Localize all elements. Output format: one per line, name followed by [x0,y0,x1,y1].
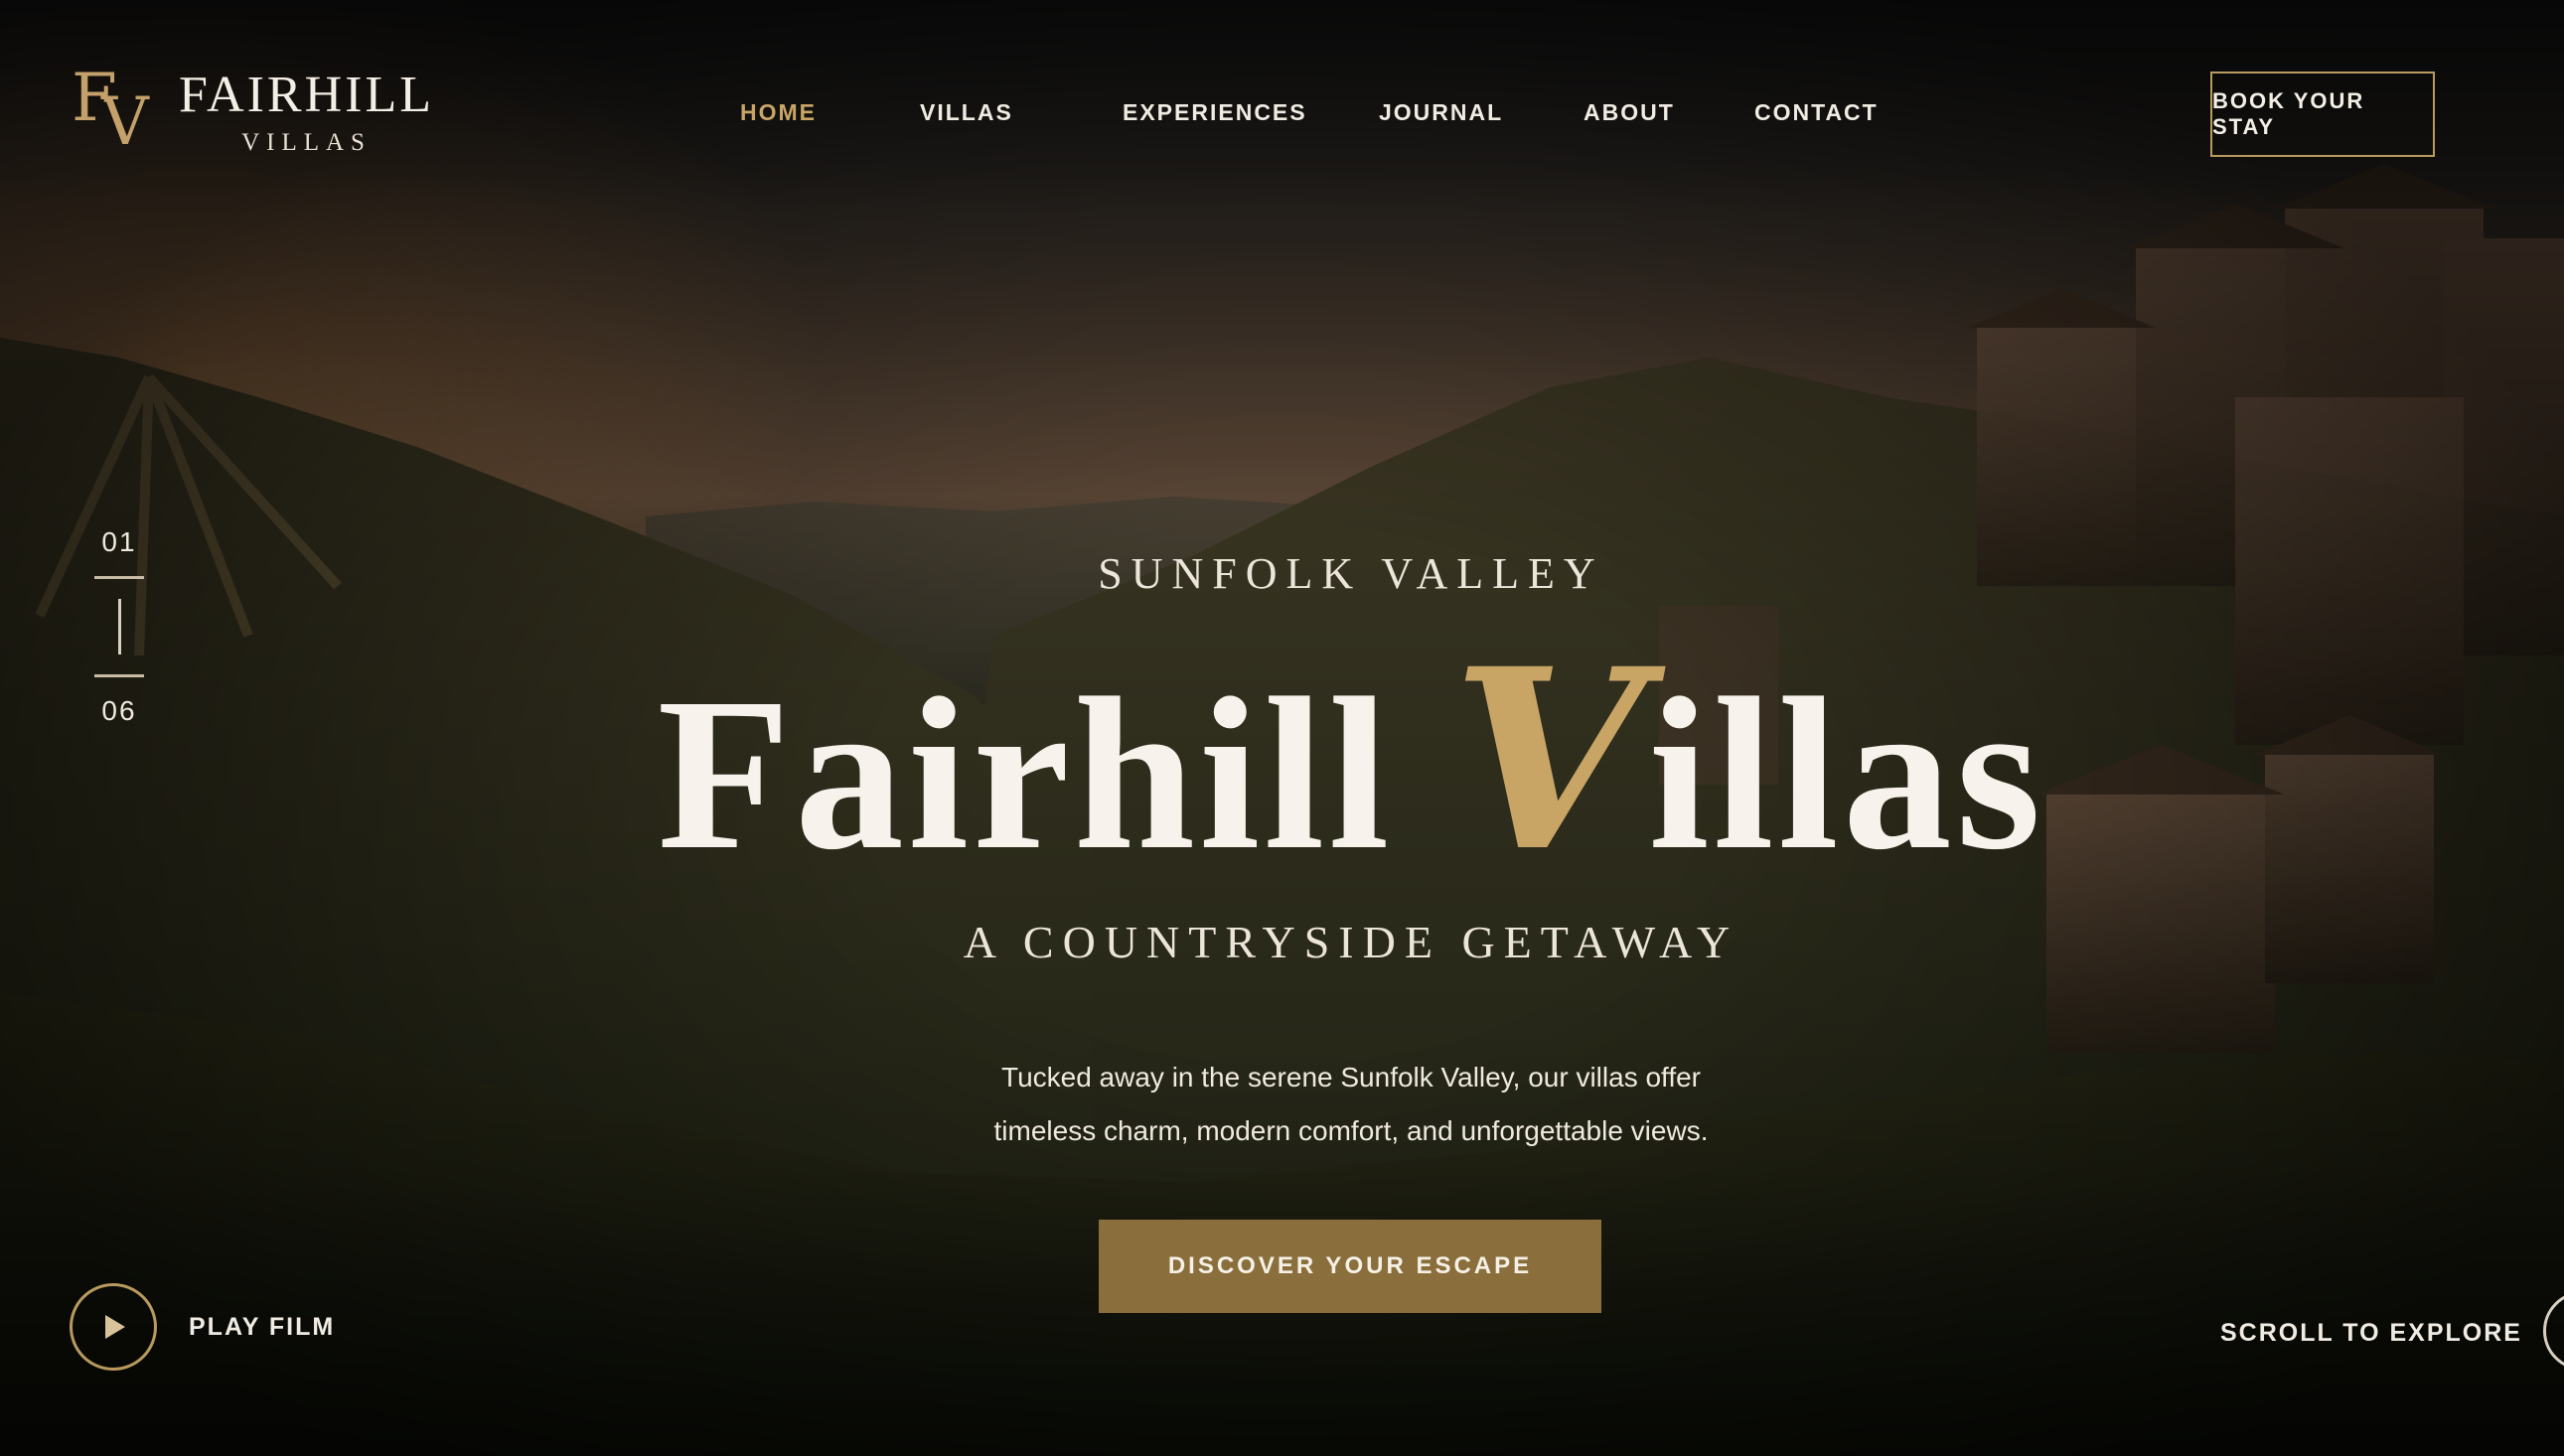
play-film-control[interactable]: PLAY FILM [70,1283,335,1371]
play-icon [105,1315,125,1339]
play-film-label[interactable]: PLAY FILM [189,1313,335,1342]
discover-your-escape-button[interactable]: DISCOVER YOUR ESCAPE [1099,1220,1601,1313]
hero-title-accent-letter: V [1451,614,1649,906]
nav-item-home[interactable]: HOME [740,99,817,126]
hero-description-line-2: timeless charm, modern comfort, and unfo… [993,1115,1709,1146]
hero-page: F V FAIRHILL VILLAS HOME VILLAS EXPERIEN… [0,0,2564,1456]
hero-description-line-1: Tucked away in the serene Sunfolk Valley… [1001,1062,1701,1092]
hero-eyebrow: SUNFOLK VALLEY [1098,549,1604,598]
hero-title: Fairhill Villas [0,636,2564,884]
nav-item-journal[interactable]: JOURNAL [1379,99,1503,126]
scroll-to-explore-link[interactable]: SCROLL TO EXPLORE [2220,1319,2522,1348]
hero-tagline: A COUNTRYSIDE GETAWAY [963,917,1739,967]
nav-item-contact[interactable]: CONTACT [1754,99,1879,126]
nav-item-experiences[interactable]: EXPERIENCES [1123,99,1307,126]
book-your-stay-button[interactable]: BOOK YOUR STAY [2210,72,2435,157]
main-nav: HOME VILLAS EXPERIENCES JOURNAL ABOUT CO… [0,99,2564,129]
hero-description: Tucked away in the serene Sunfolk Valley… [894,1051,1808,1158]
hero-title-part-1: Fairhill [657,653,1452,895]
play-button[interactable] [70,1283,157,1371]
hero-title-part-2: illas [1648,653,2045,895]
nav-item-villas[interactable]: VILLAS [920,99,1013,126]
brand-subname: VILLAS [241,129,372,156]
nav-item-about[interactable]: ABOUT [1584,99,1675,126]
